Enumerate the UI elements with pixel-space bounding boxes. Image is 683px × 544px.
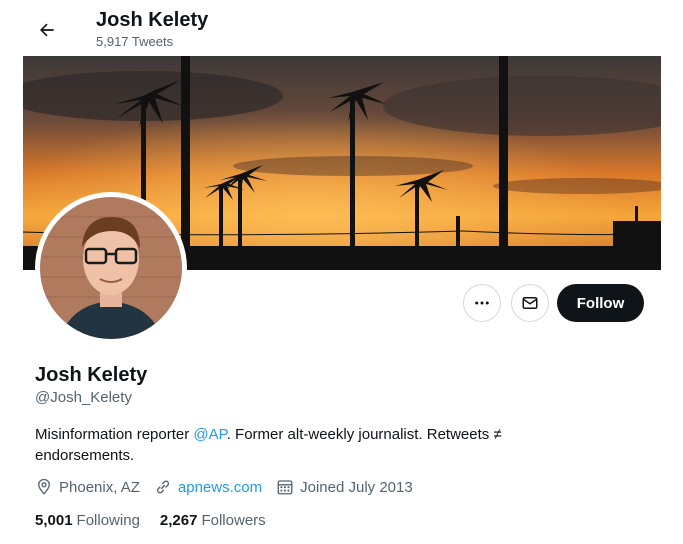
bio-mention-link[interactable]: @AP <box>193 426 226 443</box>
website-link[interactable]: apnews.com <box>178 479 262 496</box>
tweet-count: 5,917 Tweets <box>96 34 174 49</box>
profile-header-bar: Josh Kelety 5,917 Tweets <box>0 0 683 56</box>
more-dots-icon <box>475 301 489 305</box>
joined-text: Joined July 2013 <box>300 478 413 496</box>
location-text: Phoenix, AZ <box>59 478 140 496</box>
profile-meta: Phoenix, AZ apnews.com Joined July 2013 <box>35 478 427 496</box>
website-item[interactable]: apnews.com <box>154 478 262 496</box>
link-icon <box>156 480 169 494</box>
followers-link[interactable]: 2,267 Followers <box>160 512 266 529</box>
mail-icon <box>522 297 538 309</box>
profile-bio: Misinformation reporter @AP. Former alt-… <box>35 424 575 466</box>
follow-stats: 5,001 Following 2,267 Followers <box>35 512 286 529</box>
more-button[interactable] <box>463 284 501 322</box>
avatar-image <box>40 197 182 339</box>
location-item: Phoenix, AZ <box>35 478 140 496</box>
followers-label: Followers <box>201 512 266 529</box>
avatar[interactable] <box>35 192 187 344</box>
follow-button[interactable]: Follow <box>557 284 644 322</box>
location-pin-icon <box>38 478 50 495</box>
message-button[interactable] <box>511 284 549 322</box>
following-label: Following <box>76 512 140 529</box>
arrow-left-icon <box>39 23 54 37</box>
profile-name: Josh Kelety <box>35 364 148 386</box>
back-button[interactable] <box>30 13 64 47</box>
followers-count: 2,267 <box>159 512 198 529</box>
joined-item: Joined July 2013 <box>276 478 413 496</box>
following-count: 5,001 <box>35 512 73 529</box>
header-title: Josh Kelety <box>96 9 209 31</box>
calendar-icon <box>277 480 293 495</box>
bio-text-start: Misinformation reporter <box>35 426 194 443</box>
following-link[interactable]: 5,001 Following <box>35 512 140 529</box>
profile-handle: @Josh_Kelety <box>35 389 132 406</box>
